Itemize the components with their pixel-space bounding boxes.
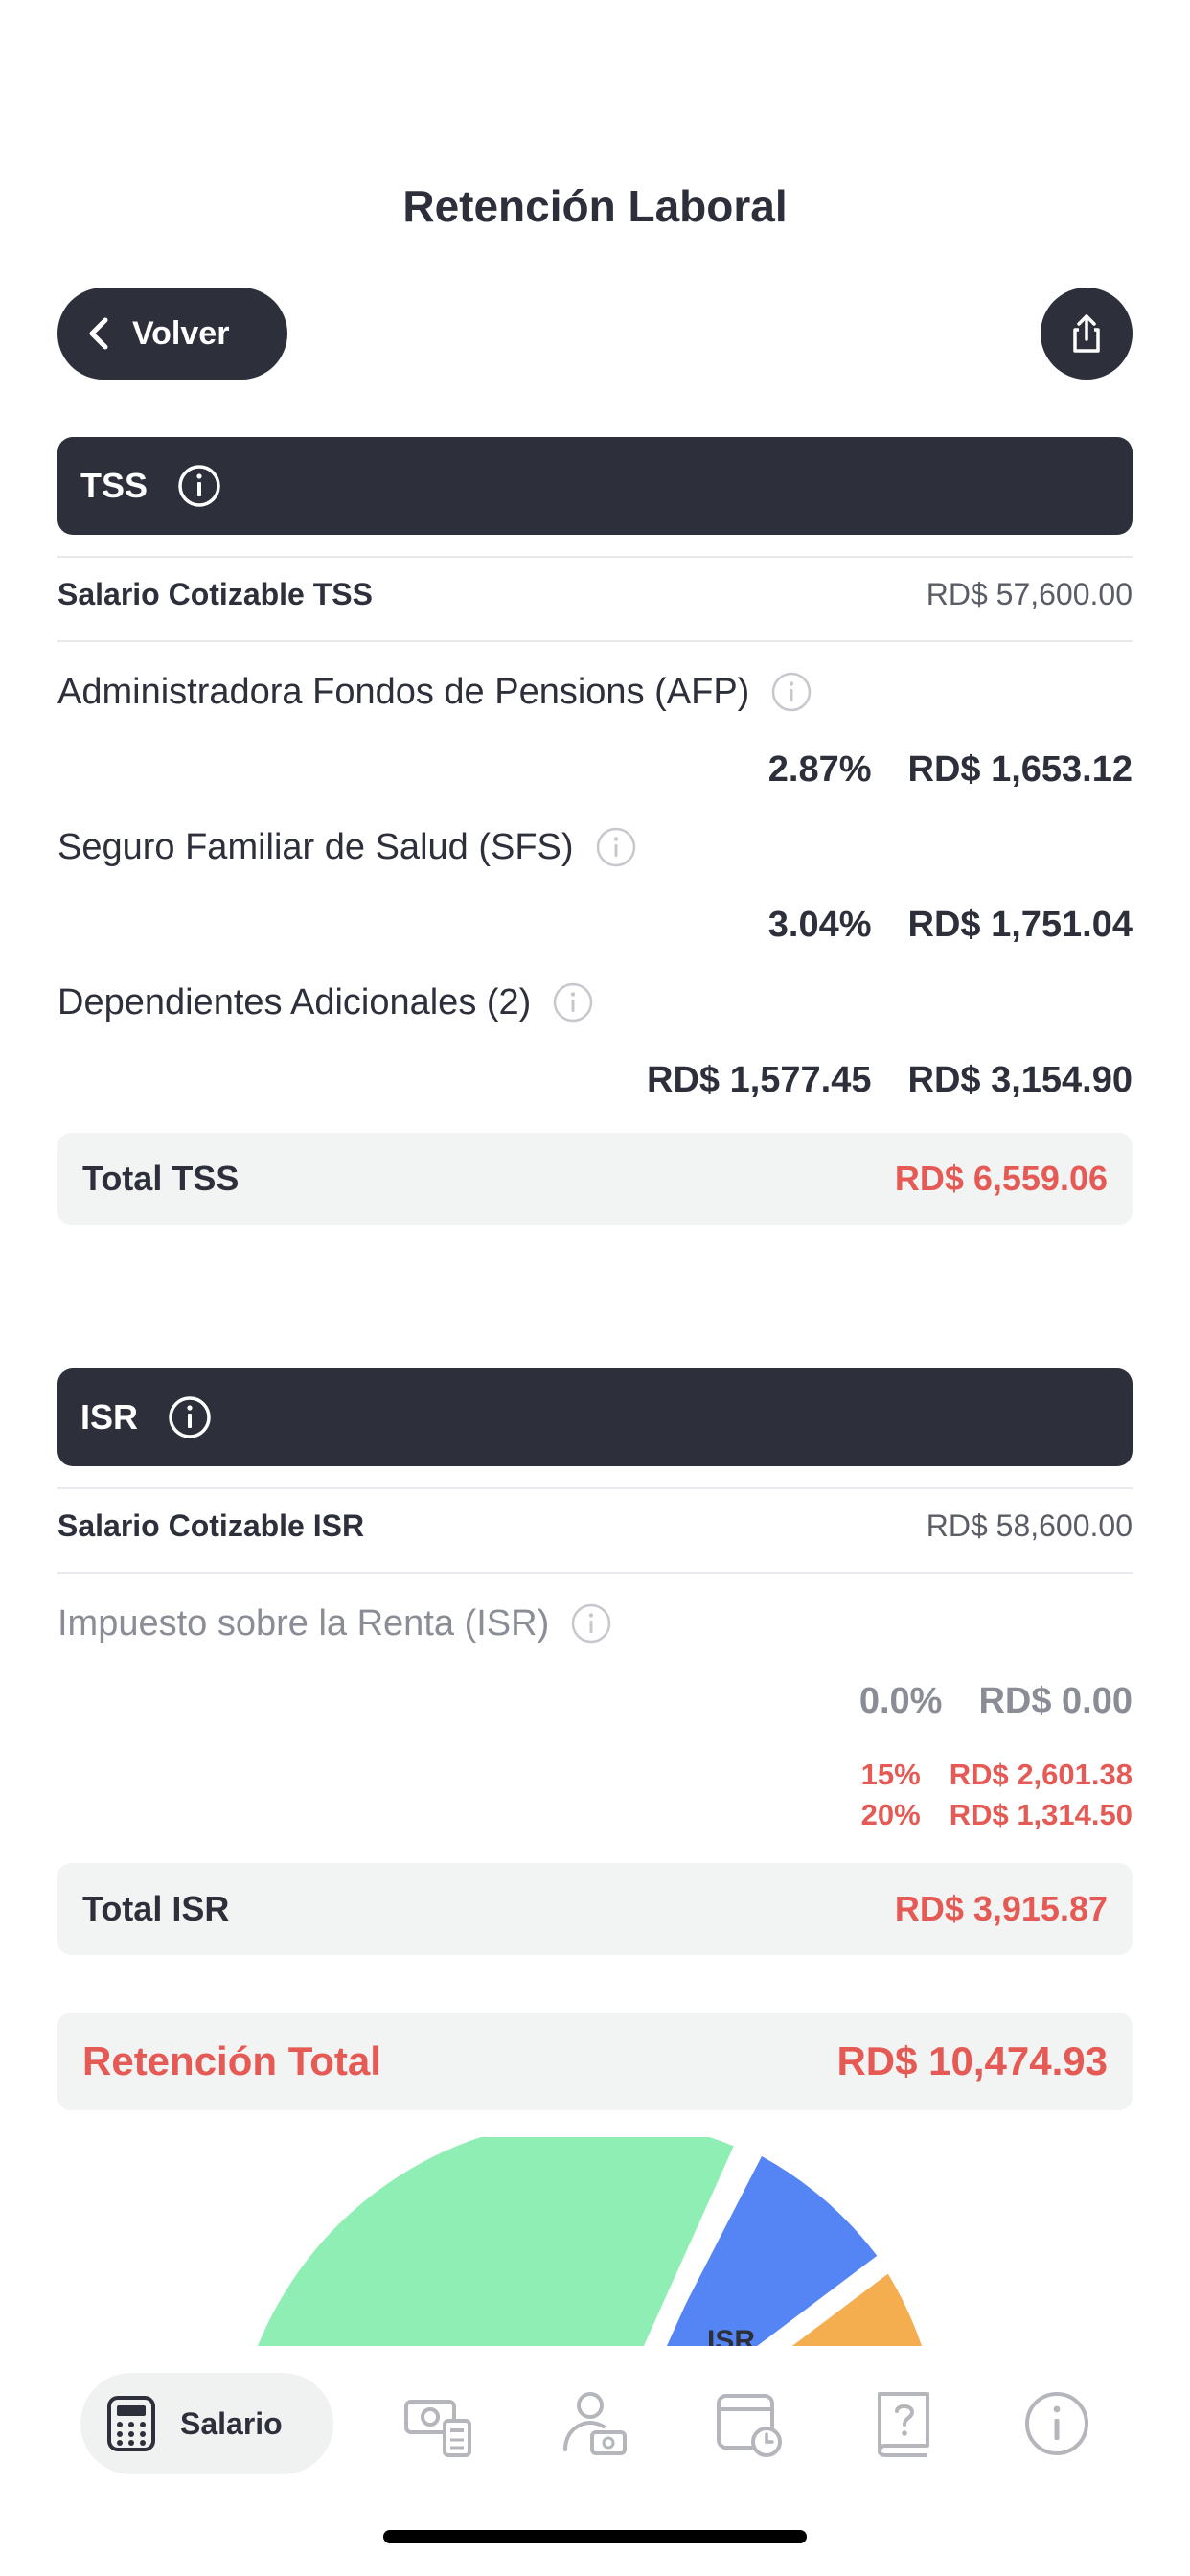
share-button[interactable] <box>1041 288 1133 380</box>
isr-item-amounts: 0.0% RD$ 0.00 <box>859 1681 1133 1722</box>
afp-amounts: 2.87% RD$ 1,653.12 <box>768 749 1133 791</box>
info-icon[interactable] <box>552 981 594 1024</box>
info-icon[interactable] <box>570 1602 612 1644</box>
divider <box>57 556 1133 558</box>
total-isr-box: Total ISR RD$ 3,915.87 <box>57 1863 1133 1955</box>
bottom-tab-bar: Salario <box>0 2346 1190 2509</box>
tab-salario-label: Salario <box>180 2405 283 2441</box>
sfs-amounts: 3.04% RD$ 1,751.04 <box>768 905 1133 946</box>
sfs-label: Seguro Familiar de Salud (SFS) <box>57 826 574 867</box>
retention-pie-chart: ISR <box>0 2137 1190 2346</box>
isr-cotizable-row: Salario Cotizable ISR RD$ 58,600.00 <box>57 1508 1133 1544</box>
tab-salario[interactable]: Salario <box>80 2373 333 2474</box>
tss-section-label: TSS <box>80 466 149 505</box>
info-icon[interactable] <box>167 1394 213 1440</box>
dependientes-amounts: RD$ 1,577.45 RD$ 3,154.90 <box>647 1060 1133 1101</box>
sfs-amount: RD$ 1,751.04 <box>907 905 1133 945</box>
cash-calculator-icon[interactable] <box>404 2390 471 2457</box>
isr-item-rate: 0.0% <box>858 1681 943 1721</box>
isr-item-label-row: Impuesto sobre la Renta (ISR) <box>57 1602 612 1644</box>
divider <box>57 640 1133 642</box>
info-icon[interactable] <box>1023 2390 1090 2457</box>
isr-section-label: ISR <box>80 1397 139 1437</box>
total-tss-label: Total TSS <box>82 1159 240 1198</box>
isr-bracket-amount: RD$ 2,601.38 <box>949 1758 1133 1791</box>
isr-section-header: ISR <box>57 1368 1133 1466</box>
afp-label-row: Administradora Fondos de Pensions (AFP) <box>57 671 812 713</box>
total-tss-box: Total TSS RD$ 6,559.06 <box>57 1133 1133 1225</box>
divider <box>57 1487 1133 1489</box>
total-isr-value: RD$ 3,915.87 <box>894 1889 1108 1928</box>
page-title: Retención Laboral <box>402 181 788 231</box>
isr-bracket-row: 15% RD$ 2,601.38 <box>861 1758 1133 1792</box>
share-icon <box>1073 314 1100 353</box>
isr-bracket-row: 20% RD$ 1,314.50 <box>861 1798 1133 1832</box>
grand-total-value: RD$ 10,474.93 <box>836 2038 1108 2083</box>
chevron-left-icon <box>89 317 108 350</box>
isr-cotizable-label: Salario Cotizable ISR <box>57 1508 365 1543</box>
tss-cotizable-row: Salario Cotizable TSS RD$ 57,600.00 <box>57 577 1133 612</box>
grand-total-label: Retención Total <box>82 2038 381 2083</box>
divider <box>57 1572 1133 1574</box>
afp-label: Administradora Fondos de Pensions (AFP) <box>57 671 750 712</box>
tss-cotizable-label: Salario Cotizable TSS <box>57 577 373 611</box>
help-book-icon[interactable] <box>870 2390 937 2457</box>
home-indicator <box>383 2530 807 2543</box>
dependientes-amount: RD$ 3,154.90 <box>907 1060 1133 1100</box>
isr-bracket-rate: 15% <box>860 1758 921 1791</box>
tss-section-header: TSS <box>57 437 1133 535</box>
person-cash-icon[interactable] <box>561 2390 629 2457</box>
info-icon[interactable] <box>176 463 222 509</box>
sfs-rate: 3.04% <box>767 905 872 945</box>
isr-bracket-rate: 20% <box>860 1798 921 1831</box>
sfs-label-row: Seguro Familiar de Salud (SFS) <box>57 826 637 868</box>
isr-bracket-amount: RD$ 1,314.50 <box>949 1798 1133 1831</box>
dependientes-label-row: Dependientes Adicionales (2) <box>57 981 594 1024</box>
afp-amount: RD$ 1,653.12 <box>907 749 1133 790</box>
info-icon[interactable] <box>595 826 637 868</box>
total-tss-value: RD$ 6,559.06 <box>894 1159 1108 1198</box>
isr-item-label: Impuesto sobre la Renta (ISR) <box>57 1602 550 1644</box>
pie-slice-label: ISR <box>707 2325 755 2346</box>
calendar-clock-icon[interactable] <box>717 2390 784 2457</box>
tss-cotizable-value: RD$ 57,600.00 <box>926 577 1133 611</box>
dependientes-unit: RD$ 1,577.45 <box>647 1060 872 1100</box>
grand-total-box: Retención Total RD$ 10,474.93 <box>57 2012 1133 2110</box>
pie-chart-svg: ISR <box>258 2137 922 2346</box>
isr-item-amount: RD$ 0.00 <box>978 1681 1133 1721</box>
back-button[interactable]: Volver <box>57 288 287 380</box>
info-icon[interactable] <box>770 671 812 713</box>
back-button-label: Volver <box>132 314 230 352</box>
afp-rate: 2.87% <box>767 749 872 790</box>
isr-cotizable-value: RD$ 58,600.00 <box>926 1508 1133 1543</box>
calculator-icon <box>107 2396 155 2451</box>
dependientes-label: Dependientes Adicionales (2) <box>57 981 532 1023</box>
total-isr-label: Total ISR <box>82 1889 230 1928</box>
